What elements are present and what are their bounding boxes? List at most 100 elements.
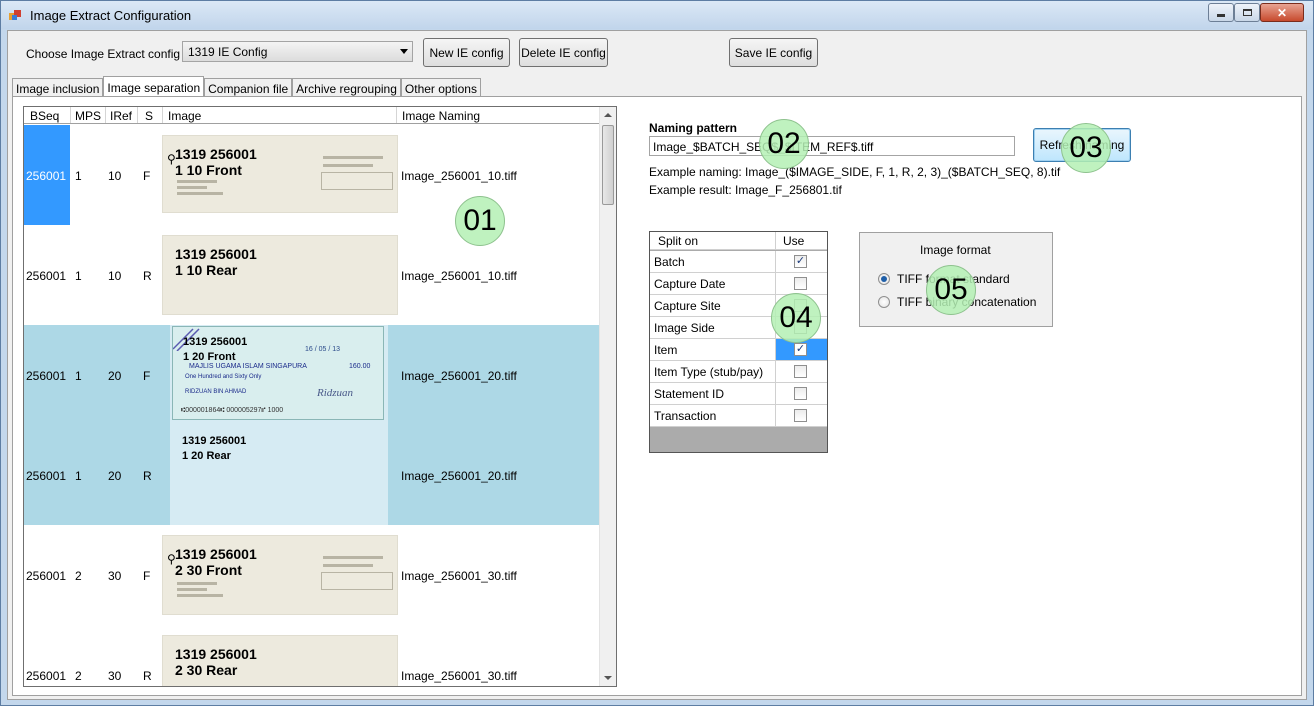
cell-iref: 20 bbox=[108, 469, 122, 483]
table-row[interactable]: 256001 2 30 R 1319 256001 2 30 Rear Imag… bbox=[24, 625, 600, 686]
image-separation-panel: BSeq MPS IRef S Image Image Naming 25600… bbox=[12, 96, 1302, 696]
batch-checkbox[interactable]: ✓ bbox=[794, 255, 807, 268]
cell-mps: 2 bbox=[75, 669, 82, 683]
save-config-button[interactable]: Save IE config bbox=[729, 38, 818, 67]
scroll-down-icon[interactable] bbox=[604, 676, 612, 680]
cell-iref: 20 bbox=[108, 369, 122, 383]
image-grid[interactable]: BSeq MPS IRef S Image Image Naming 25600… bbox=[23, 106, 617, 687]
split-row-label: Item bbox=[654, 343, 678, 357]
cell-iref: 10 bbox=[108, 169, 122, 183]
cheque-micr: ⑆000001864⑆ 000005297⑈ 1000 bbox=[181, 407, 284, 414]
scrollbar-thumb[interactable] bbox=[602, 125, 614, 205]
cell-side: F bbox=[143, 569, 151, 583]
split-row-label: Statement ID bbox=[654, 387, 725, 401]
split-header: Split on Use bbox=[650, 232, 827, 250]
cheque-words: One Hundred and Sixty Only bbox=[185, 374, 262, 380]
table-row[interactable]: 256001 1 20 R 1319 256001 1 20 Rear Imag… bbox=[24, 425, 600, 525]
cell-side: R bbox=[143, 269, 152, 283]
cheque-thumbnail: 1319 256001 1 10 Front ⚲ bbox=[162, 135, 398, 213]
client-area: Choose Image Extract config 1319 IE Conf… bbox=[7, 30, 1307, 700]
thumb-line1: 1319 256001 bbox=[175, 546, 257, 562]
maximize-button[interactable] bbox=[1234, 3, 1260, 22]
cell-side: F bbox=[143, 369, 151, 383]
cheque-line1: 1319 256001 bbox=[183, 336, 248, 348]
item-type-checkbox[interactable] bbox=[794, 365, 807, 378]
cell-image-naming: Image_256001_20.tiff bbox=[401, 469, 517, 483]
close-button[interactable]: ✕ bbox=[1260, 3, 1304, 22]
transaction-checkbox[interactable] bbox=[794, 409, 807, 422]
header-s[interactable]: S bbox=[145, 109, 153, 123]
minimize-button[interactable] bbox=[1208, 3, 1234, 22]
split-row-batch[interactable]: Batch ✓ bbox=[650, 251, 827, 273]
cell-bseq: 256001 bbox=[26, 169, 67, 183]
config-combo-value: 1319 IE Config bbox=[188, 45, 268, 59]
cell-mps: 2 bbox=[75, 569, 82, 583]
tiff-standard-radio[interactable] bbox=[878, 273, 890, 285]
new-config-button[interactable]: New IE config bbox=[423, 38, 510, 67]
title-bar[interactable]: Image Extract Configuration ✕ bbox=[1, 1, 1313, 29]
tiff-binary-radio[interactable] bbox=[878, 296, 890, 308]
capture-date-checkbox[interactable] bbox=[794, 277, 807, 290]
thumb-line2: 2 30 Front bbox=[175, 562, 242, 578]
split-row-label: Capture Site bbox=[654, 299, 721, 313]
tab-other-options[interactable]: Other options bbox=[400, 78, 481, 97]
magnifier-icon: ⚲ bbox=[167, 152, 176, 166]
callout-04: 04 bbox=[771, 293, 821, 343]
split-row-item-type[interactable]: Item Type (stub/pay) bbox=[650, 361, 827, 383]
cheque-amount: 160.00 bbox=[349, 363, 371, 370]
cheque-line2: 1 20 Front bbox=[183, 351, 236, 363]
table-row[interactable]: 256001 1 10 R 1319 256001 1 10 Rear Imag… bbox=[24, 225, 600, 325]
table-row[interactable]: 256001 1 20 F 1319 256001 1 20 Front 16 … bbox=[24, 325, 600, 425]
table-row[interactable]: 256001 2 30 F 1319 256001 2 30 Front ⚲ I… bbox=[24, 525, 600, 625]
header-iref[interactable]: IRef bbox=[110, 109, 132, 123]
statement-id-checkbox[interactable] bbox=[794, 387, 807, 400]
header-mps[interactable]: MPS bbox=[75, 109, 101, 123]
cell-bseq: 256001 bbox=[26, 669, 67, 683]
header-image-naming[interactable]: Image Naming bbox=[402, 109, 480, 123]
tab-companion-file[interactable]: Companion file bbox=[204, 78, 293, 97]
cell-side: R bbox=[143, 469, 152, 483]
table-row[interactable]: 256001 1 10 F 1319 256001 1 10 Front ⚲ I… bbox=[24, 125, 600, 225]
grid-header: BSeq MPS IRef S Image Image Naming bbox=[24, 107, 600, 124]
maximize-icon bbox=[1242, 9, 1252, 16]
header-bseq[interactable]: BSeq bbox=[30, 109, 59, 123]
config-combo[interactable]: 1319 IE Config bbox=[182, 41, 413, 62]
minimize-icon bbox=[1217, 14, 1225, 17]
callout-02: 02 bbox=[759, 119, 809, 169]
split-row-transaction[interactable]: Transaction bbox=[650, 405, 827, 427]
grid-scrollbar[interactable] bbox=[599, 107, 616, 686]
split-row-label: Item Type (stub/pay) bbox=[654, 365, 764, 379]
cell-bseq: 256001 bbox=[26, 369, 67, 383]
cheque-signer: RIDZUAN BIN AHMAD bbox=[185, 389, 247, 395]
tab-image-inclusion[interactable]: Image inclusion bbox=[12, 78, 104, 97]
scroll-up-icon[interactable] bbox=[604, 113, 612, 117]
thumb-line2: 1 10 Rear bbox=[175, 262, 238, 278]
cheque-image: 1319 256001 1 20 Front 16 / 05 / 13 MAJL… bbox=[172, 326, 384, 420]
split-row-capture-date[interactable]: Capture Date bbox=[650, 273, 827, 295]
thumb-line1: 1319 256001 bbox=[175, 146, 257, 162]
cell-image-naming: Image_256001_10.tiff bbox=[401, 269, 517, 283]
naming-pattern-input[interactable]: Image_$BATCH_SEQ$_$ITEM_REF$.tiff bbox=[649, 136, 1015, 156]
cell-bseq: 256001 bbox=[26, 469, 67, 483]
delete-config-button[interactable]: Delete IE config bbox=[519, 38, 608, 67]
split-row-label: Capture Date bbox=[654, 277, 726, 291]
choose-config-label: Choose Image Extract config bbox=[26, 47, 181, 61]
cell-mps: 1 bbox=[75, 469, 82, 483]
header-image[interactable]: Image bbox=[168, 109, 201, 123]
image-format-title: Image format bbox=[920, 243, 991, 257]
split-row-statement-id[interactable]: Statement ID bbox=[650, 383, 827, 405]
thumb-line1: 1319 256001 bbox=[182, 435, 247, 447]
tab-image-separation[interactable]: Image separation bbox=[103, 76, 205, 97]
callout-03: 03 bbox=[1061, 123, 1111, 173]
magnifier-icon: ⚲ bbox=[167, 552, 176, 566]
cell-side: F bbox=[143, 169, 151, 183]
callout-01: 01 bbox=[455, 196, 505, 246]
example-naming-text: Example naming: Image_($IMAGE_SIDE, F, 1… bbox=[649, 165, 1061, 179]
cell-mps: 1 bbox=[75, 169, 82, 183]
thumb-line1: 1319 256001 bbox=[175, 246, 257, 262]
chevron-down-icon bbox=[400, 49, 408, 54]
item-checkbox[interactable]: ✓ bbox=[794, 343, 807, 356]
app-icon bbox=[9, 10, 21, 20]
close-icon: ✕ bbox=[1276, 5, 1288, 20]
tab-archive-regrouping[interactable]: Archive regrouping bbox=[292, 78, 401, 97]
